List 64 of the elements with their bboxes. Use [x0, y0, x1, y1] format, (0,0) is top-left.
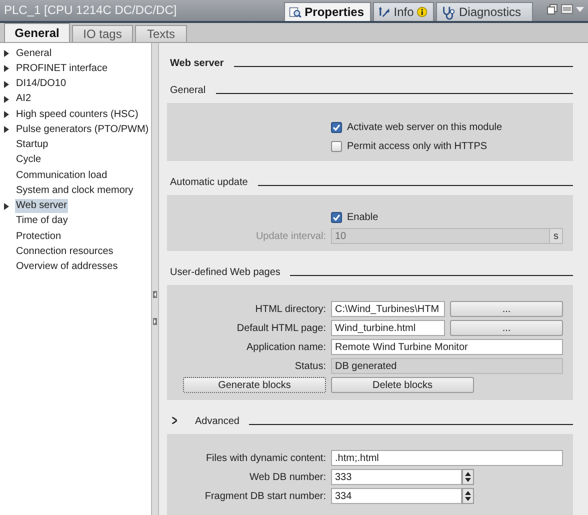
sidebar-item[interactable]: AI2: [15, 92, 32, 106]
chevron-icon[interactable]: [172, 416, 177, 424]
sidebar-item[interactable]: Communication load: [15, 168, 108, 183]
field-label: Fragment DB start number:: [204, 490, 326, 502]
spinner-icon[interactable]: [462, 469, 474, 485]
section-title: Advanced: [195, 416, 240, 427]
inspector-tab[interactable]: Diagnostics: [436, 2, 533, 21]
sidebar-item[interactable]: Time of day: [15, 214, 69, 228]
collapse-arrow-icon[interactable]: [153, 291, 157, 298]
checkbox-label: Permit access only with HTTPS: [347, 140, 488, 152]
sidebar-item[interactable]: Pulse generators (PTO/PWM): [15, 122, 150, 137]
sidebar-item[interactable]: Overview of addresses: [15, 260, 119, 274]
inspector-tab[interactable]: Properties: [284, 2, 371, 21]
inspector-tab[interactable]: Info: [373, 2, 434, 21]
spinner-icon[interactable]: [462, 488, 474, 504]
input-field[interactable]: .htm;.html: [331, 450, 563, 466]
field-label: Application name:: [246, 342, 326, 352]
page-title: Web server: [170, 58, 224, 69]
field-label: Files with dynamic content:: [204, 452, 326, 464]
sidebar-item[interactable]: Protection: [15, 230, 62, 244]
expand-arrow-icon[interactable]: [4, 202, 9, 210]
checkbox[interactable]: [331, 212, 342, 222]
sidebar-item[interactable]: Startup: [15, 138, 50, 152]
input-field[interactable]: C:\Wind_Turbines\HTM: [331, 301, 445, 317]
sidebar-item[interactable]: Cycle: [15, 153, 42, 168]
field-label: Default HTML page:: [236, 322, 326, 334]
sidebar-item[interactable]: Connection resources: [15, 244, 114, 259]
section-title: User-defined Web pages: [170, 267, 280, 278]
input-field[interactable]: DB generated: [331, 358, 563, 374]
properties-icon: [289, 4, 302, 20]
action-button[interactable]: Generate blocks: [183, 377, 326, 393]
browse-button[interactable]: ...: [450, 301, 563, 317]
input-field[interactable]: 334: [331, 488, 462, 504]
tab[interactable]: IO tags: [72, 25, 133, 42]
sidebar-item[interactable]: High speed counters (HSC): [15, 108, 140, 122]
sidebar-item[interactable]: PROFINET interface: [15, 62, 109, 76]
input-field[interactable]: 333: [331, 469, 462, 485]
section-title: General: [170, 85, 206, 96]
window-title: PLC_1 [CPU 1214C DC/DC/DC]: [3, 3, 178, 19]
field-label: Web DB number:: [248, 472, 326, 482]
sidebar-item[interactable]: System and clock memory: [15, 184, 134, 198]
field-label: Status:: [294, 360, 326, 372]
input-field[interactable]: Wind_turbine.html: [331, 320, 445, 336]
section-title: Automatic update: [170, 177, 248, 188]
sidebar-item[interactable]: General: [15, 46, 53, 61]
checkbox-label: Enable: [347, 212, 378, 222]
stethoscope-icon: [441, 4, 456, 20]
layout-icon[interactable]: [561, 4, 573, 14]
checkbox-label: Activate web server on this module: [347, 122, 502, 132]
action-button[interactable]: Delete blocks: [331, 377, 474, 393]
unit-label: s: [550, 228, 563, 244]
checkbox[interactable]: [331, 140, 342, 152]
tab[interactable]: Texts: [135, 25, 187, 42]
input-field[interactable]: Remote Wind Turbine Monitor: [331, 339, 563, 355]
checkbox[interactable]: [331, 122, 342, 132]
sidebar-item[interactable]: DI14/DO10: [15, 77, 68, 92]
field-label: HTML directory:: [254, 304, 326, 314]
arrows-icon: [378, 4, 391, 20]
warning-info-icon: [416, 6, 427, 18]
tab[interactable]: General: [4, 23, 70, 42]
restore-icon[interactable]: [547, 4, 558, 15]
field-label: Update interval:: [254, 230, 326, 242]
browse-button[interactable]: ...: [450, 320, 563, 336]
sidebar-item[interactable]: Web server: [15, 199, 68, 214]
